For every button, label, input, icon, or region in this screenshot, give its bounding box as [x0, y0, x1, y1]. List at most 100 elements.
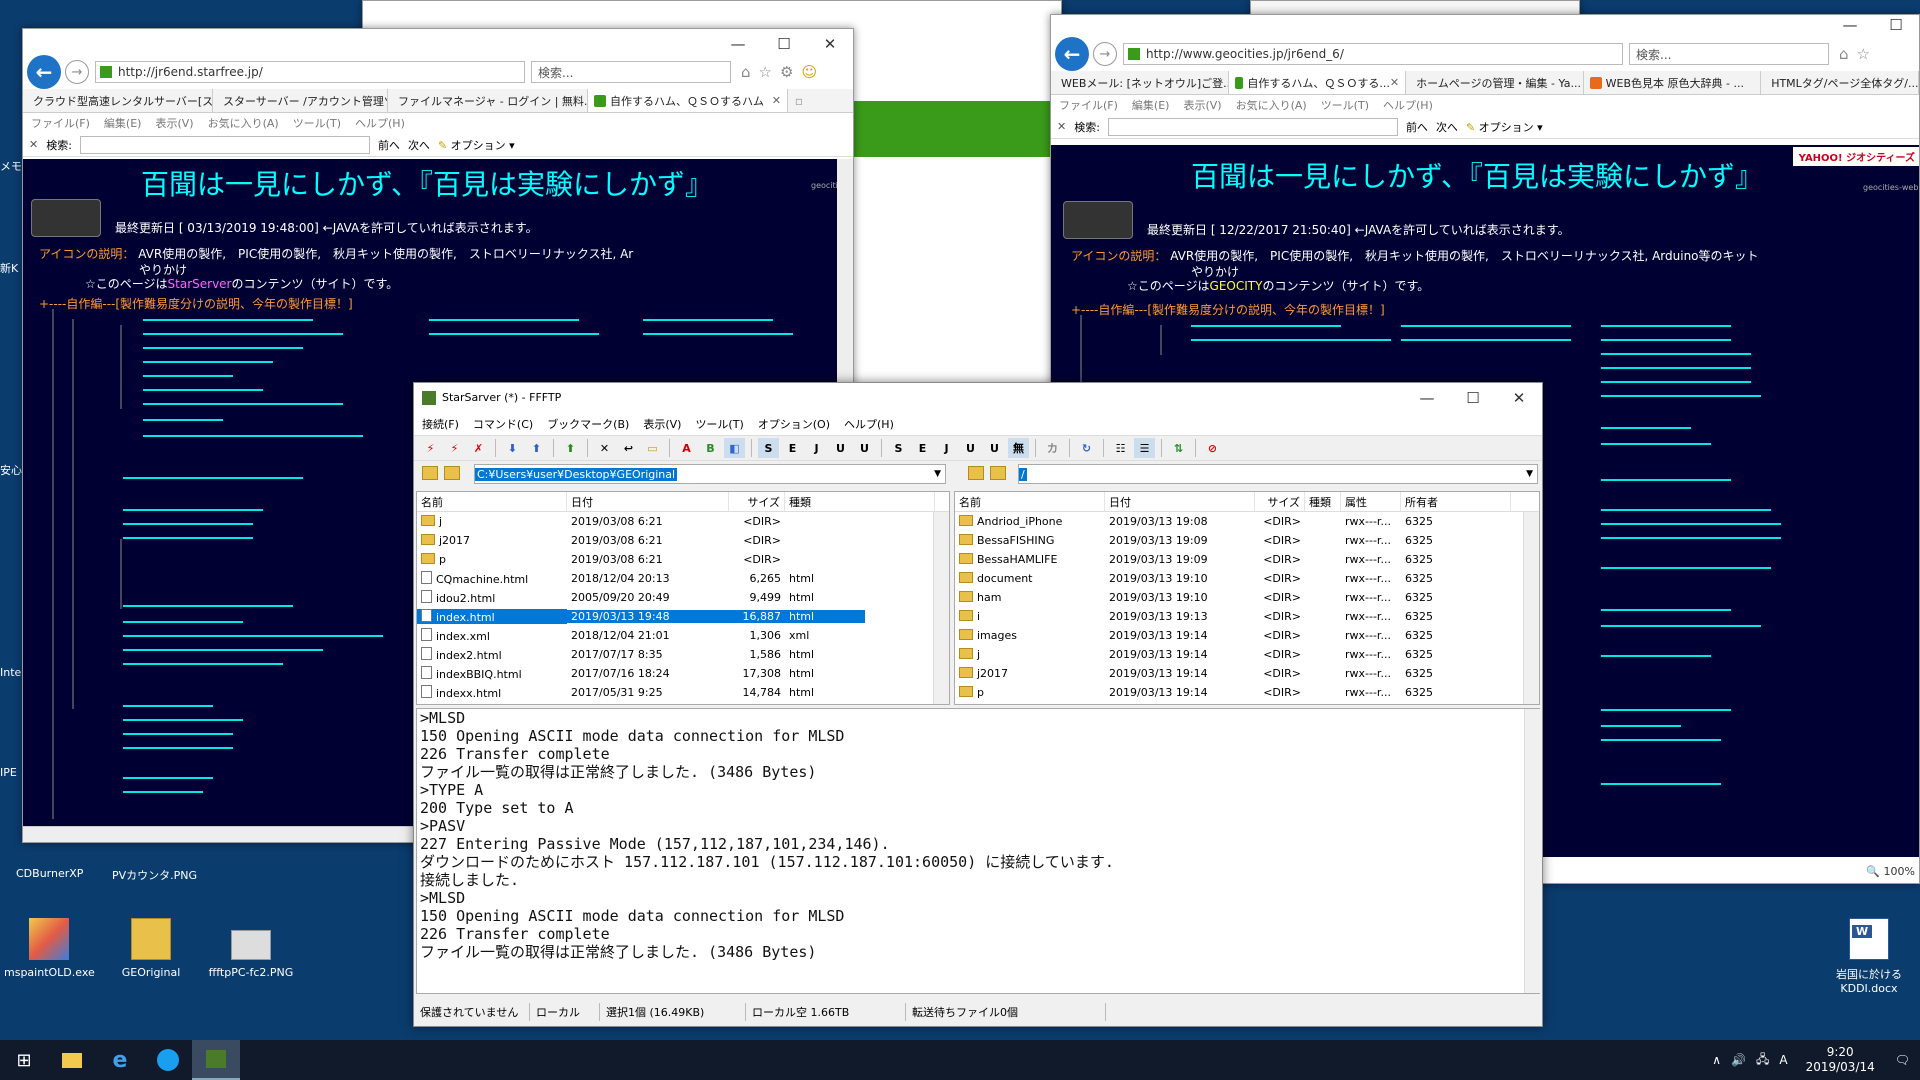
find-input[interactable] [1107, 117, 1398, 136]
local-file-row[interactable]: index.xml 2018/12/04 21:01 1,306 xml [417, 626, 949, 645]
menu-edit[interactable]: 編集(E) [1132, 97, 1170, 113]
local-file-row[interactable]: p 2019/03/08 6:21 <DIR> [417, 550, 949, 569]
local-file-row[interactable]: index2.html 2017/07/17 8:35 1,586 html [417, 645, 949, 664]
address-bar[interactable]: http://jr6end.starfree.jp/ [95, 61, 525, 83]
menu-file[interactable]: ファイル(F) [1059, 97, 1118, 113]
delete-icon[interactable]: ✕ [594, 438, 615, 458]
remote-sjis-icon[interactable]: S [888, 438, 909, 458]
local-up-folder-icon[interactable] [422, 466, 438, 480]
back-icon[interactable]: ← [1055, 37, 1089, 71]
minimize-icon[interactable]: — [1404, 383, 1450, 413]
remote-file-row[interactable]: p 2019/03/13 19:14 <DIR> rwx---r... 6325 [955, 683, 1539, 702]
tab-2-active[interactable]: 自作するハム、ＱＳＯする... ✕ [1228, 71, 1407, 94]
connect-icon[interactable]: ⚡ [420, 438, 441, 458]
remote-list-scrollbar[interactable] [1523, 512, 1539, 704]
no-conversion-icon[interactable]: 無 [1008, 438, 1029, 458]
chevron-up-icon[interactable]: ∧ [1712, 1053, 1721, 1067]
menu-tools[interactable]: ツール(T) [293, 115, 341, 131]
menu-view[interactable]: 表示(V) [643, 416, 681, 432]
remote-path-combo[interactable]: / ▼ [1018, 464, 1538, 484]
download-icon[interactable]: ⬇ [502, 438, 523, 458]
search-input[interactable]: 検索... [531, 61, 731, 83]
tab-close-icon[interactable]: ✕ [1390, 76, 1399, 89]
search-input[interactable]: 検索... [1629, 43, 1829, 65]
new-folder-icon[interactable]: ▭ [642, 438, 663, 458]
home-icon[interactable]: ⌂ [1839, 45, 1849, 63]
menu-command[interactable]: コマンド(C) [473, 416, 533, 432]
kanji-jis-icon[interactable]: J [806, 438, 827, 458]
remote-file-row[interactable]: BessaHAMLIFE 2019/03/13 19:09 <DIR> rwx---r… [955, 550, 1539, 569]
kanji-euc-icon[interactable]: E [782, 438, 803, 458]
mode-auto-icon[interactable]: ◧ [724, 438, 745, 458]
menu-help[interactable]: ヘルプ(H) [844, 416, 894, 432]
menu-favorites[interactable]: お気に入り(A) [1236, 97, 1307, 113]
network-icon[interactable]: 🖧 [1756, 1050, 1769, 1071]
local-file-list[interactable]: 名前 日付 サイズ 種類 j 2019/03/08 6:21 <DIR> j2017 2… [416, 491, 950, 705]
local-list-scrollbar[interactable] [933, 512, 949, 704]
menu-help[interactable]: ヘルプ(H) [1383, 97, 1433, 113]
desktop-caption[interactable]: CDBurnerXP [16, 867, 83, 880]
upload-icon[interactable]: ⬆ [526, 438, 547, 458]
menu-view[interactable]: 表示(V) [155, 115, 193, 131]
ime-indicator[interactable]: A [1779, 1053, 1787, 1067]
remote-euc-icon[interactable]: E [912, 438, 933, 458]
desktop-icon-ffftp-png[interactable]: ffftpPC-fc2.PNG [206, 930, 296, 979]
favorites-star-icon[interactable]: ☆ [1857, 45, 1870, 63]
address-bar[interactable]: http://www.geocities.jp/jr6end_6/ [1123, 43, 1623, 65]
col-size[interactable]: サイズ [1255, 492, 1305, 511]
favorites-star-icon[interactable]: ☆ [759, 63, 772, 81]
title-bar[interactable]: — ☐ [1051, 15, 1919, 37]
remote-file-row[interactable]: Andriod_iPhone 2019/03/13 19:08 <DIR> rwx--… [955, 512, 1539, 531]
tab-1[interactable]: WEBメール: [ネットオウル]ご登... [1051, 71, 1229, 94]
mode-binary-icon[interactable]: B [700, 438, 721, 458]
log-scrollbar[interactable] [1524, 709, 1540, 993]
menu-options[interactable]: オプション(O) [758, 416, 830, 432]
tab-2[interactable]: スターサーバー /アカウント管理ツール [213, 89, 388, 112]
close-icon[interactable]: ✕ [1496, 383, 1542, 413]
maximize-icon[interactable]: ☐ [1873, 15, 1919, 35]
mirror-upload-icon[interactable]: ⬆ [560, 438, 581, 458]
find-close-icon[interactable]: ✕ [29, 138, 38, 151]
internet-explorer-icon[interactable]: e [96, 1040, 144, 1080]
speaker-icon[interactable]: 🔊 [1731, 1053, 1746, 1067]
desktop-caption[interactable]: PVカウンタ.PNG [112, 867, 197, 883]
ffftp-taskbar-icon[interactable] [192, 1040, 240, 1080]
remote-file-row[interactable]: ham 2019/03/13 19:10 <DIR> rwx---r... 6325 [955, 588, 1539, 607]
find-prev-button[interactable]: 前へ [378, 137, 400, 153]
forward-icon[interactable]: → [1093, 42, 1117, 66]
tab-3[interactable]: ホームページの管理・編集 - Ya... [1406, 71, 1584, 94]
remote-jis-icon[interactable]: J [936, 438, 957, 458]
tab-4[interactable]: WEB色見本 原色大辞典 - ... [1584, 71, 1762, 94]
detail-view-icon[interactable]: ☰ [1134, 438, 1155, 458]
remote-open-folder-icon[interactable] [990, 466, 1006, 480]
title-bar[interactable]: — ☐ ✕ [23, 29, 853, 55]
menu-view[interactable]: 表示(V) [1183, 97, 1221, 113]
refresh-icon[interactable]: ↻ [1076, 438, 1097, 458]
tab-1[interactable]: クラウド型高速レンタルサーバー[ス... [23, 89, 213, 112]
local-file-row[interactable]: indexx.html 2017/05/31 9:25 14,784 html [417, 683, 949, 702]
start-windows-icon[interactable]: ⊞ [0, 1040, 48, 1080]
disconnect-icon[interactable]: ✗ [468, 438, 489, 458]
tab-close-icon[interactable]: ✕ [772, 94, 781, 107]
menu-bookmark[interactable]: ブックマーク(B) [547, 416, 629, 432]
remote-utf8bom-icon[interactable]: U [984, 438, 1005, 458]
col-date[interactable]: 日付 [1105, 492, 1255, 511]
col-date[interactable]: 日付 [567, 492, 729, 511]
menu-favorites[interactable]: お気に入り(A) [208, 115, 279, 131]
find-prev-button[interactable]: 前へ [1406, 119, 1428, 135]
menu-connect[interactable]: 接続(F) [422, 416, 459, 432]
local-file-row[interactable]: index.html 2019/03/13 19:48 16,887 html [417, 607, 949, 626]
smiley-icon[interactable]: ☺ [801, 63, 817, 81]
remote-file-row[interactable]: images 2019/03/13 19:14 <DIR> rwx---r... 632… [955, 626, 1539, 645]
col-name[interactable]: 名前 [955, 492, 1105, 511]
find-options-button[interactable]: ✎ オプション ▾ [438, 137, 515, 153]
sync-icon[interactable]: ⇅ [1168, 438, 1189, 458]
back-icon[interactable]: ← [27, 55, 61, 89]
local-file-row[interactable]: CQmachine.html 2018/12/04 20:13 6,265 html [417, 569, 949, 588]
col-size[interactable]: サイズ [729, 492, 785, 511]
desktop-icon-mspaint[interactable]: mspaintOLD.exe [4, 918, 95, 979]
local-path-combo[interactable]: C:¥Users¥user¥Desktop¥GEOriginal ▼ [474, 464, 946, 484]
tab-5[interactable]: HTMLタグ/ページ全体タグ/... [1761, 71, 1919, 94]
kana-convert-icon[interactable]: カ [1042, 438, 1063, 458]
home-icon[interactable]: ⌂ [741, 63, 751, 81]
